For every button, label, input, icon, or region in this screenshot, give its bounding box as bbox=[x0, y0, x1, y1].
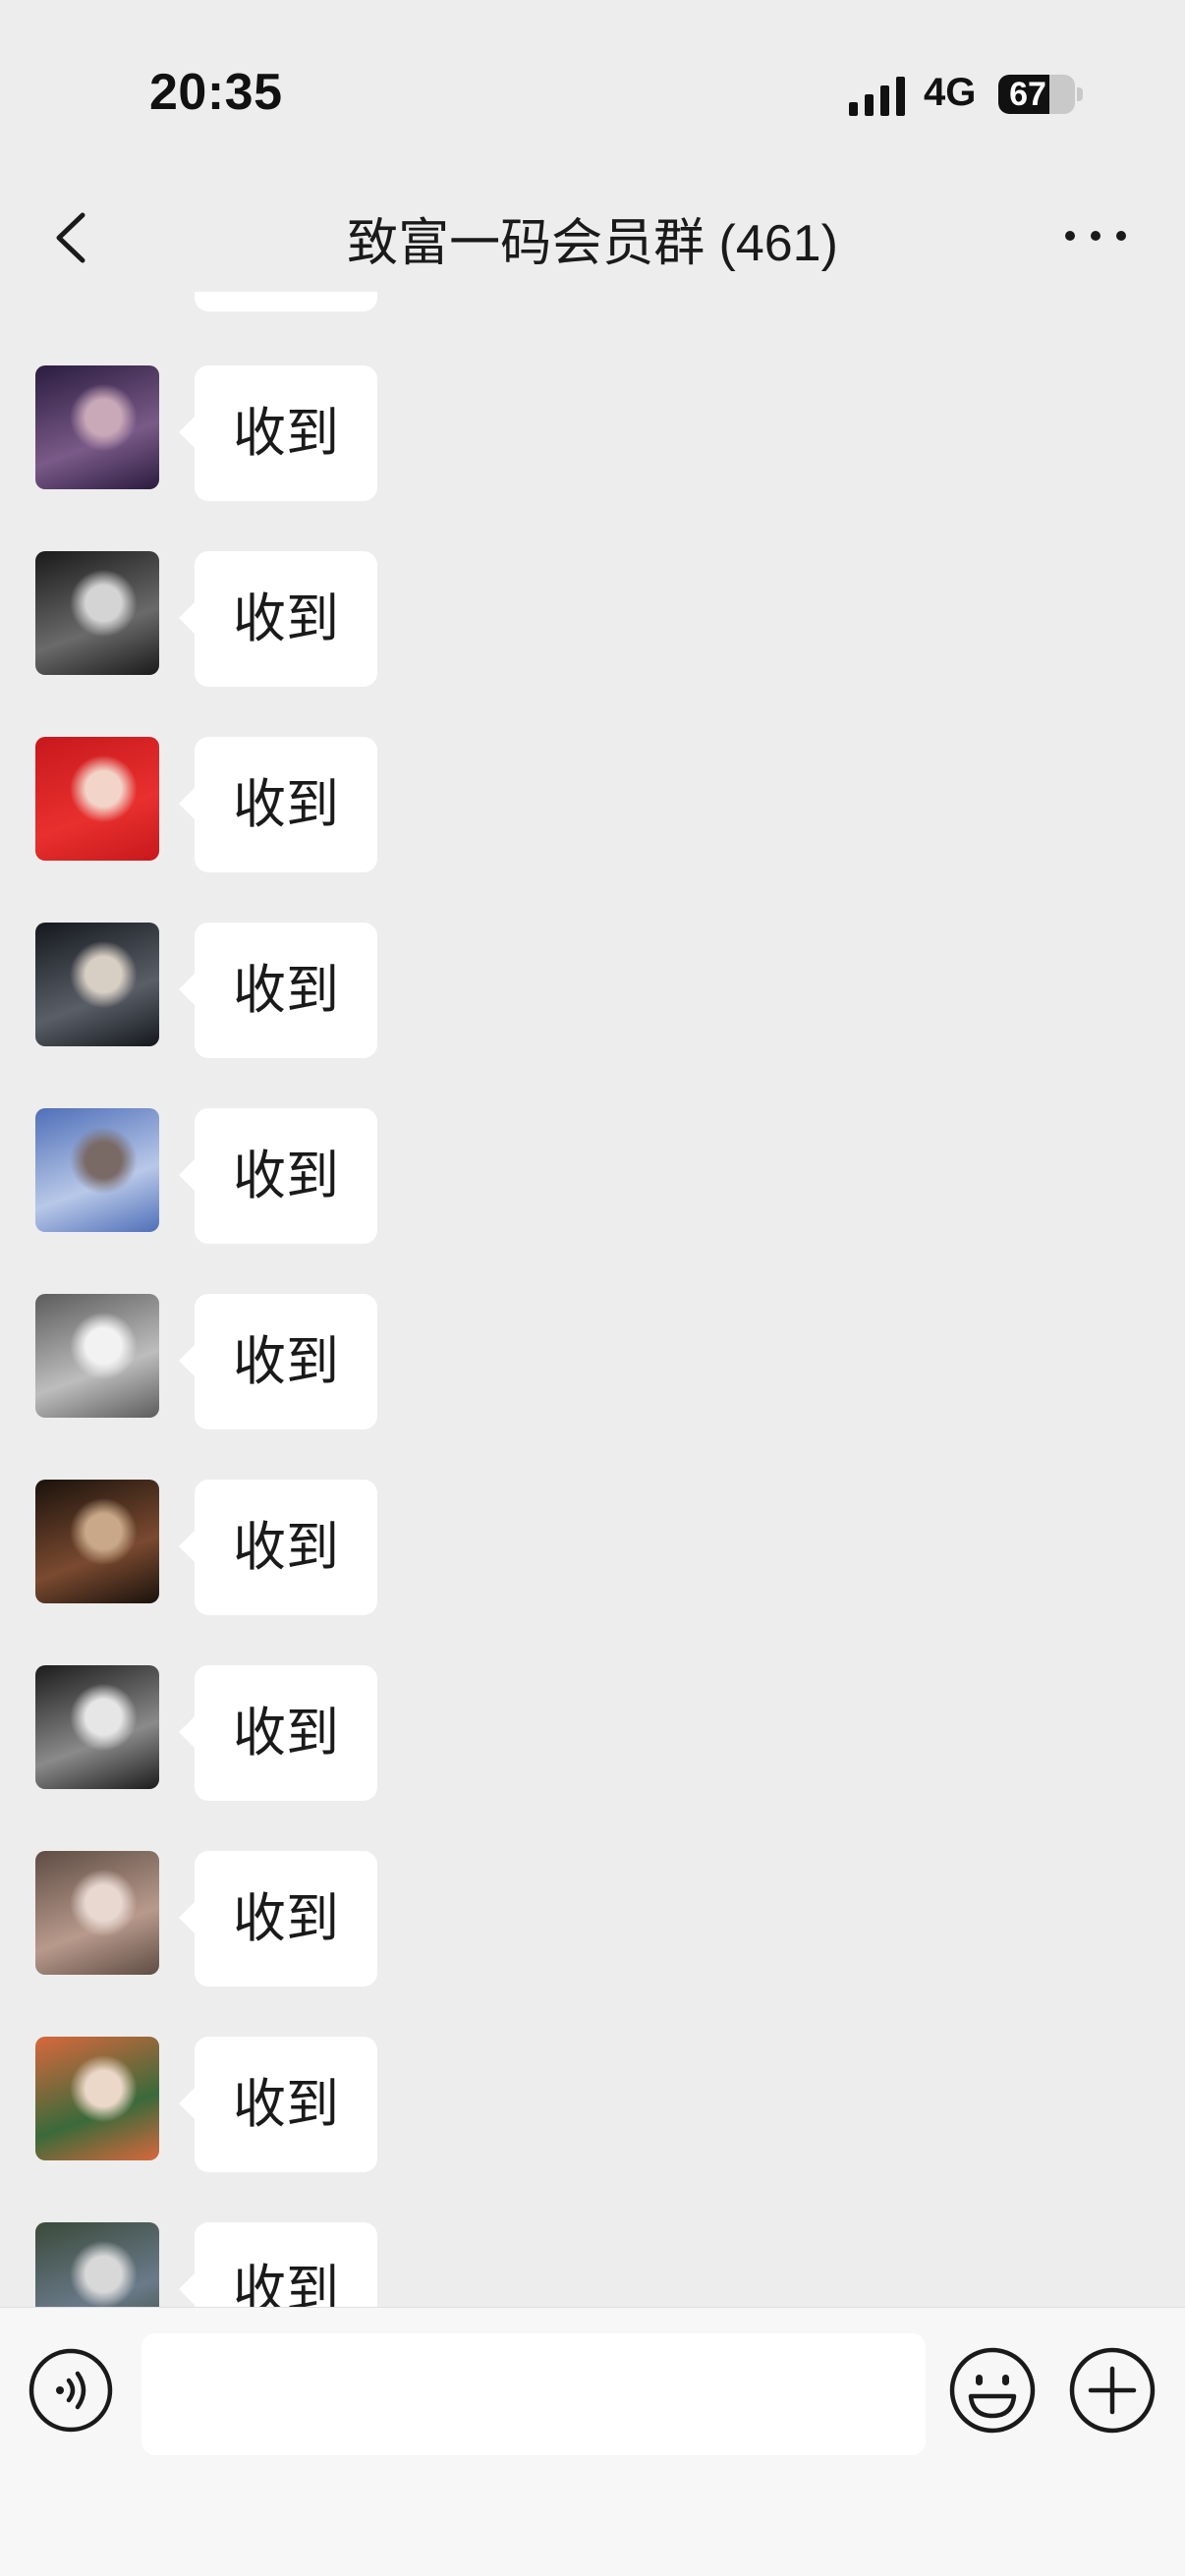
message-bubble[interactable]: 收到 bbox=[179, 365, 377, 501]
network-type: 4G bbox=[924, 71, 977, 114]
message-row: 收到 bbox=[0, 737, 1185, 874]
message-row: 收到 bbox=[0, 1480, 1185, 1617]
avatar[interactable] bbox=[35, 365, 159, 489]
message-bubble[interactable]: 收到 bbox=[179, 1851, 377, 1987]
message-bubble[interactable]: 收到 bbox=[179, 2222, 377, 2307]
message-bubble[interactable]: 收到 bbox=[179, 923, 377, 1058]
message-row: 收到 bbox=[0, 1108, 1185, 1246]
battery-cap bbox=[1077, 87, 1083, 101]
signal-icon bbox=[849, 77, 905, 116]
message-bubble[interactable]: 收到 bbox=[179, 1665, 377, 1801]
message-input[interactable] bbox=[141, 2333, 926, 2455]
message-row: 收到 bbox=[0, 923, 1185, 1060]
avatar[interactable] bbox=[35, 2222, 159, 2307]
message-bubble[interactable]: 收到 bbox=[179, 1108, 377, 1244]
more-dots-icon[interactable] bbox=[1061, 221, 1130, 251]
avatar[interactable] bbox=[35, 1665, 159, 1789]
avatar[interactable] bbox=[35, 923, 159, 1046]
avatar[interactable] bbox=[35, 1480, 159, 1603]
chevron-left-icon[interactable] bbox=[43, 203, 102, 272]
battery-level: 67 bbox=[1009, 76, 1046, 113]
message-bubble[interactable]: 收到 bbox=[179, 551, 377, 687]
message-bubble[interactable]: 收到 bbox=[179, 737, 377, 872]
voice-icon[interactable] bbox=[28, 2347, 114, 2434]
avatar[interactable] bbox=[35, 551, 159, 675]
avatar[interactable] bbox=[35, 2037, 159, 2160]
status-time: 20:35 bbox=[149, 64, 283, 121]
avatar[interactable] bbox=[35, 1108, 159, 1232]
avatar[interactable] bbox=[35, 1294, 159, 1418]
avatar[interactable] bbox=[35, 737, 159, 861]
message-bubble[interactable]: 收到 bbox=[179, 1480, 377, 1615]
chat-input-bar bbox=[0, 2307, 1185, 2576]
message-bubble-partial bbox=[195, 292, 377, 311]
message-row: 收到 bbox=[0, 1851, 1185, 1988]
message-row: 收到 bbox=[0, 1294, 1185, 1431]
message-row: 收到 bbox=[0, 1665, 1185, 1803]
message-bubble[interactable]: 收到 bbox=[179, 2037, 377, 2172]
message-row: 收到 bbox=[0, 2037, 1185, 2174]
nav-bar: 致富一码会员群 (461) bbox=[0, 182, 1185, 292]
emoji-icon[interactable] bbox=[947, 2345, 1038, 2436]
battery-icon: 67 bbox=[998, 75, 1075, 114]
message-row: 收到 bbox=[0, 365, 1185, 503]
message-row: 收到 bbox=[0, 2222, 1185, 2307]
message-row: 收到 bbox=[0, 551, 1185, 689]
avatar[interactable] bbox=[35, 1851, 159, 1975]
status-bar: 20:35 4G 67 bbox=[0, 0, 1185, 182]
chat-message-list[interactable]: 收到 收到 收到 收到 收到 收到 收到 收到 收到 收到 收到 bbox=[0, 292, 1185, 2307]
plus-icon[interactable] bbox=[1067, 2345, 1157, 2436]
chat-title: 致富一码会员群 (461) bbox=[347, 215, 838, 272]
message-bubble[interactable]: 收到 bbox=[179, 1294, 377, 1429]
